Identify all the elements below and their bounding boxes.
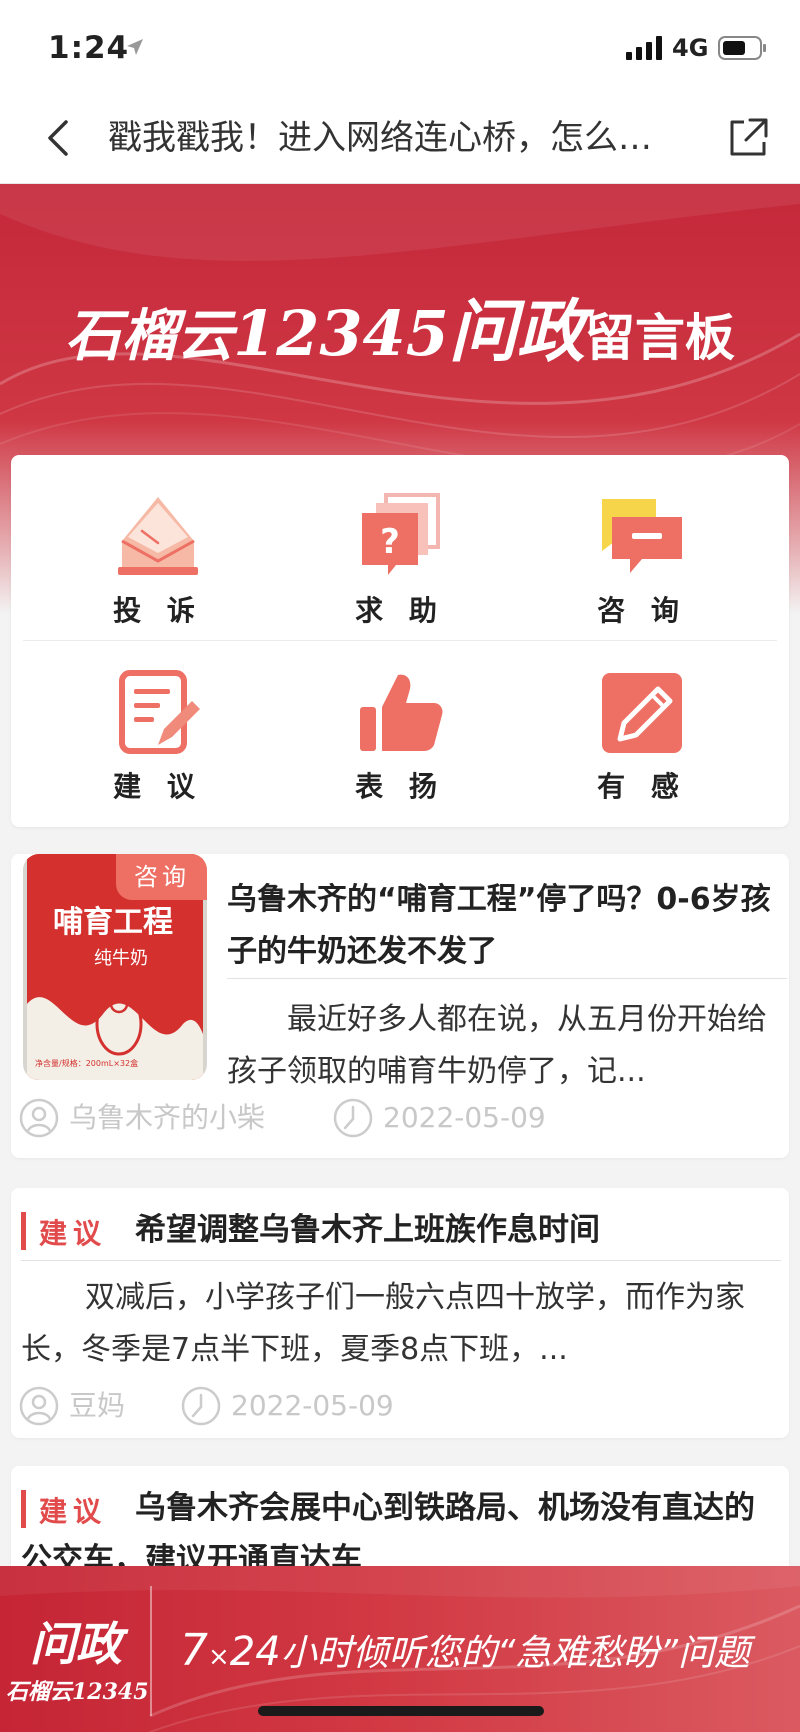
slogan-seven: 7 bbox=[180, 1625, 208, 1676]
banner-logo-wenzheng: 问政 bbox=[30, 1617, 122, 1671]
hero-brand: 石榴云 bbox=[65, 303, 234, 369]
user-icon bbox=[19, 1386, 59, 1426]
page-title: 戳我戳我！进入网络连心桥，怎么… bbox=[108, 118, 652, 158]
category-divider bbox=[23, 640, 777, 641]
post-date-text: 2022-05-09 bbox=[383, 1101, 546, 1134]
banner-logo-brand: 石榴云12345 bbox=[6, 1679, 149, 1705]
thumbs-up-icon bbox=[360, 674, 443, 751]
carton-title: 哺育工程 bbox=[53, 905, 173, 940]
post-date: 2022-05-09 bbox=[333, 1096, 593, 1140]
post-tag: 咨询 bbox=[116, 854, 207, 900]
post-author: 豆妈 bbox=[19, 1384, 159, 1428]
post-divider bbox=[227, 978, 787, 979]
post-date: 2022-05-09 bbox=[181, 1384, 441, 1428]
user-icon bbox=[19, 1098, 59, 1138]
location-arrow-icon bbox=[127, 39, 143, 55]
post-card[interactable]: 建议 希望调整乌鲁木齐上班族作息时间 双减后，小学孩子们一般六点四十放学，而作为… bbox=[11, 1188, 789, 1438]
post-author-name: 豆妈 bbox=[69, 1389, 126, 1422]
category-consult[interactable]: 咨 询 bbox=[542, 493, 742, 643]
banner-slogan: 7×24小时倾听您的“急难愁盼”问题 bbox=[180, 1624, 750, 1676]
slogan-text: 小时倾听您的“急难愁盼”问题 bbox=[280, 1633, 751, 1674]
post-thumbnail: 哺育工程 纯牛奶 净含量/规格：200mL×32盒 咨询 bbox=[23, 854, 207, 1080]
envelope-icon bbox=[118, 497, 198, 575]
carton-fine-print: 净含量/规格：200mL×32盒 bbox=[35, 1058, 138, 1068]
battery-icon bbox=[718, 36, 766, 60]
slogan-twentyfour: 24 bbox=[229, 1629, 281, 1675]
post-title: 乌鲁木齐的“哺育工程”停了吗？0-6岁孩子的牛奶还发不发了 bbox=[227, 882, 771, 969]
category-feeling[interactable]: 有 感 bbox=[542, 669, 742, 819]
hero-board: 留言板 bbox=[584, 309, 735, 367]
tag-accent-bar bbox=[21, 1212, 26, 1250]
question-icon: ? bbox=[362, 493, 440, 575]
carton-subtitle: 纯牛奶 bbox=[94, 948, 148, 969]
category-grid: 投 诉 ? 求 助 咨 询 建 议 表 扬 有 感 bbox=[11, 455, 789, 827]
post-date-text: 2022-05-09 bbox=[231, 1389, 394, 1422]
network-type: 4G bbox=[672, 34, 709, 62]
category-label: 表 扬 bbox=[355, 770, 445, 803]
post-tag: 建议 bbox=[39, 1217, 108, 1250]
category-label: 投 诉 bbox=[113, 594, 203, 627]
svg-text:?: ? bbox=[380, 522, 400, 562]
post-summary: 双减后，小学孩子们一般六点四十放学，而作为家长，冬季是7点半下班，夏季8点下班，… bbox=[21, 1280, 745, 1367]
post-divider bbox=[21, 1260, 781, 1261]
pencil-icon bbox=[602, 673, 682, 753]
hero-number: 12345 bbox=[233, 297, 449, 370]
category-label: 求 助 bbox=[355, 594, 445, 627]
category-label: 有 感 bbox=[597, 770, 687, 803]
clock-icon bbox=[181, 1386, 221, 1426]
nav-bar: 戳我戳我！进入网络连心桥，怎么… bbox=[0, 92, 800, 184]
clock-icon bbox=[333, 1098, 373, 1138]
document-pen-icon bbox=[119, 670, 200, 754]
post-author-name: 乌鲁木齐的小柴 bbox=[69, 1101, 266, 1134]
back-arrow-icon[interactable] bbox=[36, 112, 80, 164]
category-label: 咨 询 bbox=[597, 594, 687, 627]
category-praise[interactable]: 表 扬 bbox=[300, 669, 500, 819]
post-title: 希望调整乌鲁木齐上班族作息时间 bbox=[135, 1212, 600, 1248]
status-time: 1:24 bbox=[48, 30, 130, 66]
slogan-times: × bbox=[208, 1642, 230, 1672]
category-help[interactable]: ? 求 助 bbox=[300, 493, 500, 643]
share-icon[interactable] bbox=[722, 112, 774, 164]
category-suggest[interactable]: 建 议 bbox=[58, 669, 258, 819]
post-author: 乌鲁木齐的小柴 bbox=[19, 1096, 309, 1140]
post-card[interactable]: 哺育工程 纯牛奶 净含量/规格：200mL×32盒 咨询 乌鲁木齐的“哺育工程”… bbox=[11, 854, 789, 1158]
home-indicator[interactable] bbox=[258, 1706, 544, 1716]
category-label: 建 议 bbox=[113, 770, 203, 803]
category-complaint[interactable]: 投 诉 bbox=[58, 493, 258, 643]
status-bar: 1:24 4G bbox=[0, 0, 800, 92]
hero-logo: 石榴云12345问政留言板 bbox=[0, 276, 800, 375]
hero-wenzheng: 问政 bbox=[448, 293, 585, 372]
post-summary: 最近好多人都在说，从五月份开始给孩子领取的哺育牛奶停了，记... bbox=[227, 1002, 767, 1089]
chat-bubble-icon bbox=[602, 499, 682, 573]
signal-icon bbox=[626, 36, 662, 60]
banner-separator bbox=[150, 1586, 152, 1716]
